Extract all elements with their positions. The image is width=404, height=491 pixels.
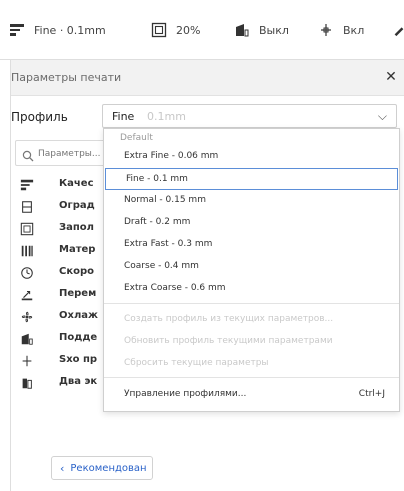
panel-header: Параметры печати ✕ bbox=[11, 60, 404, 96]
travel-icon bbox=[19, 287, 35, 303]
category-item-material[interactable]: Матер bbox=[11, 240, 111, 262]
adhesion-icon bbox=[19, 353, 35, 369]
panel-title: Параметры печати bbox=[11, 71, 122, 84]
category-label: Запол bbox=[59, 222, 94, 233]
support-icon bbox=[233, 21, 251, 39]
category-label: Два эк bbox=[59, 376, 98, 387]
manage-profiles-shortcut: Ctrl+J bbox=[358, 389, 385, 399]
profile-option[interactable]: Normal - 0.15 mm bbox=[104, 190, 399, 212]
search-input[interactable] bbox=[38, 145, 104, 163]
top-toolbar: Fine · 0.1mm 20% Выкл Вкл bbox=[0, 0, 404, 60]
category-label: Качес bbox=[59, 178, 94, 189]
toolbar-profile-label: Fine · 0.1mm bbox=[34, 23, 106, 37]
category-item-speed[interactable]: Скоро bbox=[11, 262, 111, 284]
profile-select[interactable]: Fine 0.1mm ⌵ bbox=[102, 104, 397, 128]
material-icon bbox=[19, 243, 35, 259]
category-item-adhesion[interactable]: Sxo пр bbox=[11, 350, 111, 372]
category-item-cooling[interactable]: Охлаж bbox=[11, 306, 111, 328]
profile-option[interactable]: Extra Fast - 0.3 mm bbox=[104, 234, 399, 256]
profile-select-value: Fine bbox=[112, 110, 135, 123]
category-item-infill[interactable]: Запол bbox=[11, 218, 111, 240]
speed-icon bbox=[19, 265, 35, 281]
manage-profiles-label: Управление профилями... bbox=[124, 389, 247, 399]
category-label: Скоро bbox=[59, 266, 95, 277]
chevron-left-icon: ‹ bbox=[60, 461, 65, 475]
category-item-quality[interactable]: Качес bbox=[11, 174, 111, 196]
profile-option[interactable]: Draft - 0.2 mm bbox=[104, 212, 399, 234]
chevron-down-icon: ⌵ bbox=[377, 109, 387, 123]
category-item-dual-extrusion[interactable]: Два эк bbox=[11, 372, 111, 394]
action-label: Создать профиль из текущих параметров... bbox=[124, 314, 334, 324]
category-label: Матер bbox=[59, 244, 96, 255]
update-profile-action[interactable]: Обновить профиль текущими параметрами bbox=[104, 331, 399, 353]
toolbar-infill[interactable]: 20% bbox=[150, 20, 200, 40]
recommended-button-label: Рекомендован bbox=[70, 462, 147, 474]
profile-select-subvalue: 0.1mm bbox=[147, 110, 186, 123]
manage-profiles-action[interactable]: Управление профилями... Ctrl+J bbox=[104, 384, 399, 406]
profile-option[interactable]: Extra Fine - 0.06 mm bbox=[104, 146, 399, 168]
dropdown-divider bbox=[104, 377, 399, 378]
pencil-icon bbox=[390, 21, 404, 39]
toolbar-profile[interactable]: Fine · 0.1mm bbox=[8, 20, 106, 40]
dual-extrusion-icon bbox=[19, 375, 35, 391]
profile-option[interactable]: Coarse - 0.4 mm bbox=[104, 256, 399, 278]
profile-option-selected[interactable]: Fine - 0.1 mm bbox=[105, 168, 398, 190]
category-label: Оград bbox=[59, 200, 95, 211]
profile-label: Профиль bbox=[11, 110, 68, 124]
reset-settings-action[interactable]: Сбросить текущие параметры bbox=[104, 353, 399, 375]
quality-icon bbox=[8, 21, 26, 39]
infill-icon bbox=[150, 21, 168, 39]
category-item-travel[interactable]: Перем bbox=[11, 284, 111, 306]
toolbar-support-label: Выкл bbox=[259, 23, 289, 37]
category-label: Sxo пр bbox=[59, 354, 98, 365]
dropdown-section-label: Default bbox=[120, 133, 153, 143]
profile-option[interactable]: Extra Coarse - 0.6 mm bbox=[104, 278, 399, 300]
recommended-button[interactable]: ‹ Рекомендован bbox=[51, 456, 153, 480]
profile-option-label: Coarse - 0.4 mm bbox=[124, 261, 199, 271]
settings-search[interactable] bbox=[15, 140, 105, 166]
support-icon bbox=[19, 331, 35, 347]
toolbar-adhesion[interactable]: Вкл bbox=[317, 20, 364, 40]
profile-option-label: Extra Fast - 0.3 mm bbox=[124, 239, 213, 249]
profile-option-label: Extra Fine - 0.06 mm bbox=[124, 151, 219, 161]
search-icon bbox=[22, 147, 34, 162]
profile-option-label: Extra Coarse - 0.6 mm bbox=[124, 283, 226, 293]
category-item-walls[interactable]: Оград bbox=[11, 196, 111, 218]
toolbar-adhesion-label: Вкл bbox=[343, 23, 365, 37]
category-label: Подде bbox=[59, 332, 98, 343]
quality-icon bbox=[19, 177, 35, 193]
toolbar-support[interactable]: Выкл bbox=[233, 20, 289, 40]
adhesion-icon bbox=[317, 21, 335, 39]
infill-icon bbox=[19, 221, 35, 237]
action-label: Сбросить текущие параметры bbox=[124, 358, 269, 368]
close-icon[interactable]: ✕ bbox=[383, 69, 399, 85]
toolbar-infill-label: 20% bbox=[176, 23, 201, 37]
category-item-support[interactable]: Подде bbox=[11, 328, 111, 350]
dropdown-divider bbox=[104, 303, 399, 304]
action-label: Обновить профиль текущими параметрами bbox=[124, 336, 333, 346]
profile-option-label: Draft - 0.2 mm bbox=[124, 217, 191, 227]
category-label: Перем bbox=[59, 288, 97, 299]
cooling-icon bbox=[19, 309, 35, 325]
walls-icon bbox=[19, 199, 35, 215]
create-profile-action[interactable]: Создать профиль из текущих параметров... bbox=[104, 309, 399, 331]
profile-option-label: Normal - 0.15 mm bbox=[124, 195, 206, 205]
category-label: Охлаж bbox=[59, 310, 98, 321]
profile-option-label: Fine - 0.1 mm bbox=[126, 174, 188, 184]
profile-dropdown-menu: Default Extra Fine - 0.06 mm Fine - 0.1 … bbox=[103, 128, 400, 412]
toolbar-edit[interactable] bbox=[390, 20, 404, 40]
